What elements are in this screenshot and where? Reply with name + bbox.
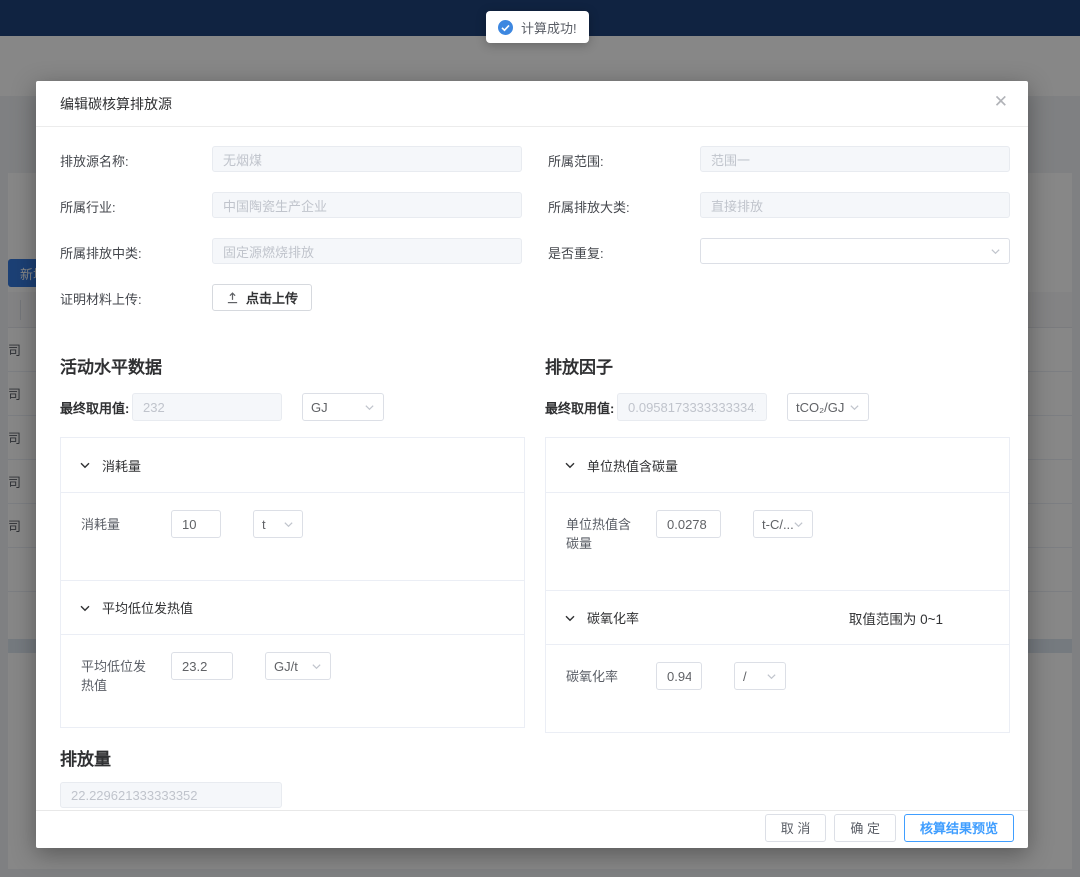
oxidation-rate-panel-body: 碳氧化率 / (546, 644, 1009, 732)
dialog-footer: 取 消 确 定 核算结果预览 (36, 810, 1028, 848)
oxidation-rate-panel-header[interactable]: 碳氧化率 取值范围为 0~1 (546, 590, 1009, 644)
oxidation-rate-unit-select[interactable]: / (734, 662, 786, 690)
consumption-unit-select[interactable]: t (253, 510, 303, 538)
edit-emission-source-dialog: 编辑碳核算排放源 ✕ 排放源名称: 所属范围: 所属行业: 所属排放大类: (36, 81, 1028, 848)
dialog-body: 排放源名称: 所属范围: 所属行业: 所属排放大类: 所属排放中类: 是否重复: (36, 127, 1028, 808)
toast-message: 计算成功! (521, 18, 577, 37)
chevron-down-icon (849, 402, 860, 413)
chevron-down-icon (364, 402, 375, 413)
consumption-panel-header[interactable]: 消耗量 (61, 438, 524, 492)
factor-collapse: 单位热值含碳量 单位热值含碳量 t-C/... (545, 437, 1010, 733)
oxidation-rate-unit: / (743, 669, 747, 684)
upload-button-label: 点击上传 (246, 288, 298, 307)
consumption-panel-title: 消耗量 (102, 456, 141, 475)
factor-final-value-input (617, 393, 767, 421)
source-name-input (212, 146, 522, 172)
scope-input (700, 146, 1010, 172)
consumption-panel-body: 消耗量 t (61, 492, 524, 580)
consumption-value-input[interactable] (171, 510, 221, 538)
chevron-down-icon (283, 519, 294, 530)
heating-value-row-label: 平均低位发热值 (81, 652, 153, 695)
factor-final-row: 最终取用值: tCO₂/GJ (545, 393, 1010, 421)
oxidation-rate-row-label: 碳氧化率 (566, 662, 638, 686)
form-row-major-category: 所属排放大类: (548, 192, 1010, 218)
mid-category-label: 所属排放中类: (60, 238, 212, 262)
factor-final-unit-select[interactable]: tCO₂/GJ (787, 393, 869, 421)
close-icon[interactable]: ✕ (994, 93, 1008, 110)
heating-value-unit: GJ/t (274, 659, 298, 674)
activity-section-title: 活动水平数据 (60, 353, 525, 378)
collapse-arrow-icon (79, 602, 91, 614)
confirm-button[interactable]: 确 定 (834, 814, 896, 842)
activity-data-section: 活动水平数据 最终取用值: GJ 消耗量 (60, 353, 525, 728)
form-row-source-name: 排放源名称: (60, 146, 522, 172)
data-sections: 活动水平数据 最终取用值: GJ 消耗量 (60, 353, 1010, 733)
form-row-scope: 所属范围: (548, 146, 1010, 172)
carbon-content-panel-body: 单位热值含碳量 t-C/... (546, 492, 1009, 590)
heating-value-input[interactable] (171, 652, 233, 680)
carbon-content-input[interactable] (656, 510, 721, 538)
duplicate-select[interactable] (700, 238, 1010, 264)
oxidation-rate-range-note: 取值范围为 0~1 (849, 608, 943, 628)
form-row-duplicate: 是否重复: (548, 238, 1010, 264)
mid-category-input (212, 238, 522, 264)
activity-final-unit-value: GJ (311, 400, 328, 415)
carbon-content-panel-title: 单位热值含碳量 (587, 456, 678, 475)
activity-final-row: 最终取用值: GJ (60, 393, 525, 421)
collapse-arrow-icon (79, 459, 91, 471)
upload-label: 证明材料上传: (60, 284, 212, 308)
carbon-content-panel-header[interactable]: 单位热值含碳量 (546, 438, 1009, 492)
oxidation-rate-panel-title: 碳氧化率 (587, 608, 639, 627)
activity-final-value-input (132, 393, 282, 421)
major-category-input (700, 192, 1010, 218)
emission-factor-section: 排放因子 最终取用值: tCO₂/GJ 单位热值含碳量 (545, 353, 1010, 733)
heating-value-panel-header[interactable]: 平均低位发热值 (61, 580, 524, 634)
duplicate-label: 是否重复: (548, 238, 700, 262)
emission-amount-input (60, 782, 282, 808)
factor-section-title: 排放因子 (545, 353, 1010, 378)
chevron-down-icon (793, 519, 804, 530)
consumption-unit-value: t (262, 517, 266, 532)
major-category-label: 所属排放大类: (548, 192, 700, 216)
heating-value-panel-body: 平均低位发热值 GJ/t (61, 634, 524, 727)
dialog-header: 编辑碳核算排放源 ✕ (36, 81, 1028, 127)
emission-amount-title: 排放量 (60, 745, 1010, 770)
carbon-content-row-label: 单位热值含碳量 (566, 510, 638, 553)
success-toast: 计算成功! (486, 11, 589, 43)
form-grid: 排放源名称: 所属范围: 所属行业: 所属排放大类: 所属排放中类: 是否重复: (60, 146, 1010, 331)
activity-final-unit-select[interactable]: GJ (302, 393, 384, 421)
oxidation-rate-input[interactable] (656, 662, 702, 690)
industry-label: 所属行业: (60, 192, 212, 216)
chevron-down-icon (311, 661, 322, 672)
emission-amount-section: 排放量 (60, 745, 1010, 808)
consumption-row-label: 消耗量 (81, 510, 153, 534)
form-row-industry: 所属行业: (60, 192, 522, 218)
collapse-arrow-icon (564, 612, 576, 624)
upload-icon (226, 291, 239, 304)
form-row-mid-category: 所属排放中类: (60, 238, 522, 264)
carbon-content-unit-select[interactable]: t-C/... (753, 510, 813, 538)
result-preview-button[interactable]: 核算结果预览 (904, 814, 1014, 842)
chevron-down-icon (766, 671, 777, 682)
upload-button[interactable]: 点击上传 (212, 284, 312, 311)
industry-input (212, 192, 522, 218)
collapse-arrow-icon (564, 459, 576, 471)
cancel-button[interactable]: 取 消 (765, 814, 827, 842)
heating-value-unit-select[interactable]: GJ/t (265, 652, 331, 680)
scope-label: 所属范围: (548, 146, 700, 170)
form-row-upload: 证明材料上传: 点击上传 (60, 284, 522, 311)
check-circle-icon (498, 20, 513, 35)
factor-final-label: 最终取用值: (545, 398, 617, 417)
heating-value-panel-title: 平均低位发热值 (102, 598, 193, 617)
factor-final-unit-value: tCO₂/GJ (796, 400, 844, 415)
dialog-title: 编辑碳核算排放源 (60, 94, 172, 114)
activity-final-label: 最终取用值: (60, 398, 132, 417)
source-name-label: 排放源名称: (60, 146, 212, 170)
carbon-content-unit: t-C/... (762, 517, 793, 532)
chevron-down-icon (990, 246, 1001, 257)
activity-collapse: 消耗量 消耗量 t 平均低 (60, 437, 525, 728)
